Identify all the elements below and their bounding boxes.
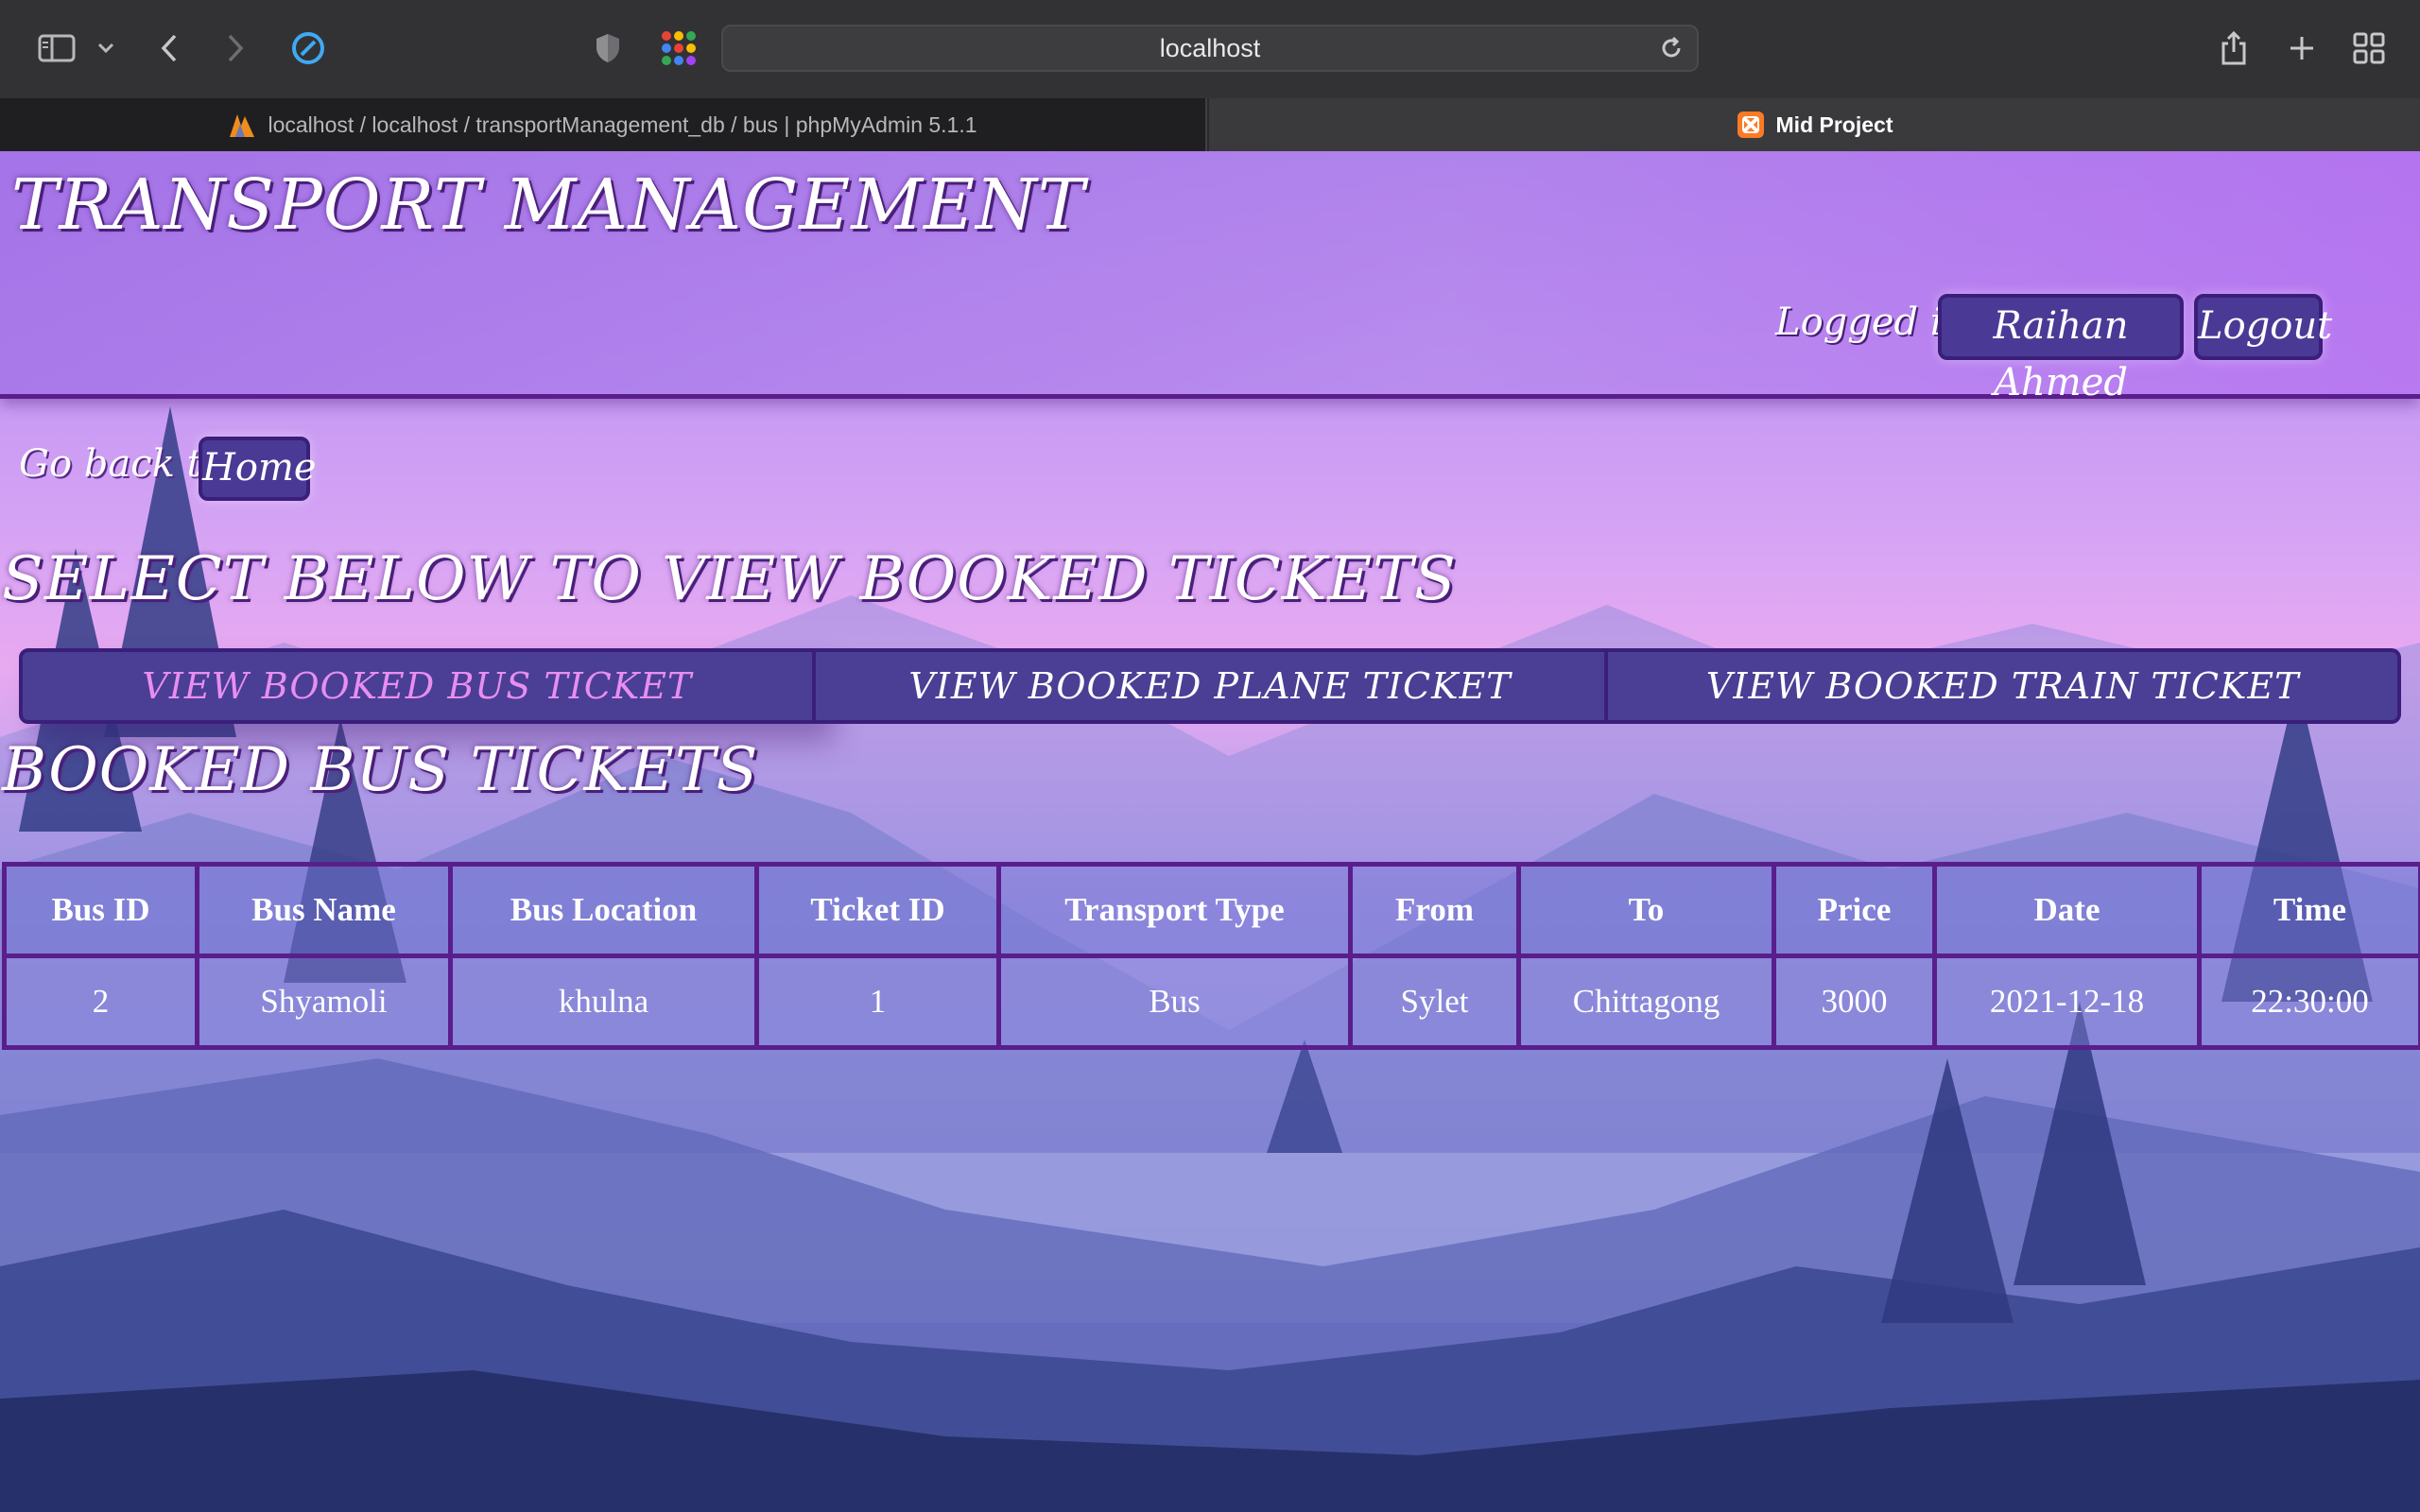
column-header: Ticket ID	[754, 862, 1001, 958]
column-header: From	[1348, 862, 1521, 958]
shield-icon[interactable]	[592, 25, 624, 72]
share-icon[interactable]	[2218, 25, 2250, 72]
sidebar-icon[interactable]	[36, 25, 78, 72]
table-cell: khulna	[448, 954, 759, 1050]
column-header: Transport Type	[996, 862, 1353, 958]
booked-tickets-table: Bus ID Bus Name Bus Location Ticket ID T…	[2, 862, 2420, 1050]
tab-label: localhost / localhost / transportManagem…	[268, 112, 977, 137]
tab-train-ticket[interactable]: VIEW BOOKED TRAIN TICKET	[1608, 648, 2402, 724]
xampp-favicon-icon	[1737, 111, 1765, 139]
tab-plane-ticket[interactable]: VIEW BOOKED PLANE TICKET	[815, 648, 1609, 724]
forward-icon[interactable]	[221, 25, 250, 72]
table-cell: Chittagong	[1516, 954, 1776, 1050]
logout-button[interactable]: Logout	[2194, 294, 2332, 360]
column-header: To	[1516, 862, 1776, 958]
page-viewport: TRANSPORT MANAGEMENT Logged in: Raihan A…	[0, 151, 2420, 1512]
table-cell: 2021-12-18	[1932, 954, 2202, 1050]
browser-tab-phpmyadmin[interactable]: localhost / localhost / transportManagem…	[0, 98, 1207, 151]
browser-tab-mid-project[interactable]: Mid Project	[1209, 98, 2420, 151]
table-cell: 3000	[1772, 954, 1937, 1050]
browser-toolbar: localhost	[0, 0, 2420, 98]
table-heading: BOOKED BUS TICKETS	[2, 735, 759, 805]
column-header: Time	[2197, 862, 2420, 958]
column-header: Bus Location	[448, 862, 759, 958]
grid-dots-icon[interactable]	[658, 25, 700, 72]
ticket-type-tabs: VIEW BOOKED BUS TICKET VIEW BOOKED PLANE…	[19, 648, 2402, 724]
table-cell: 2	[2, 954, 199, 1050]
column-header: Price	[1772, 862, 1937, 958]
address-bar[interactable]: localhost	[721, 25, 1699, 72]
reload-icon[interactable]	[1659, 36, 1684, 64]
tab-bus-ticket[interactable]: VIEW BOOKED BUS TICKET	[19, 648, 816, 724]
plus-icon[interactable]	[2286, 25, 2318, 72]
chevron-down-icon[interactable]	[95, 25, 117, 72]
table-cell: 1	[754, 954, 1001, 1050]
table-cell: Sylet	[1348, 954, 1521, 1050]
back-icon[interactable]	[155, 25, 183, 72]
table-header-row: Bus ID Bus Name Bus Location Ticket ID T…	[2, 862, 2420, 958]
phpmyadmin-favicon-icon	[228, 111, 256, 139]
site-title: TRANSPORT MANAGEMENT	[11, 164, 1086, 246]
column-header: Date	[1932, 862, 2202, 958]
table-cell: 22:30:00	[2197, 954, 2420, 1050]
tabs-overview-icon[interactable]	[2352, 25, 2386, 72]
site-header: TRANSPORT MANAGEMENT Logged in: Raihan A…	[0, 151, 2420, 404]
column-header: Bus Name	[195, 862, 453, 958]
table-cell: Bus	[996, 954, 1353, 1050]
url-text[interactable]: localhost	[723, 26, 1697, 70]
home-button[interactable]: Home	[199, 437, 317, 501]
table-cell: Shyamoli	[195, 954, 453, 1050]
table-row: 2 Shyamoli khulna 1 Bus Sylet Chittagong…	[2, 954, 2420, 1050]
column-header: Bus ID	[2, 862, 199, 958]
user-name-button[interactable]: Raihan Ahmed	[1938, 294, 2184, 404]
tab-label: Mid Project	[1775, 112, 1893, 137]
browser-tab-bar: localhost / localhost / transportManagem…	[0, 98, 2420, 151]
select-heading: SELECT BELOW TO VIEW BOOKED TICKETS	[2, 544, 1457, 614]
compass-icon[interactable]	[289, 25, 327, 72]
